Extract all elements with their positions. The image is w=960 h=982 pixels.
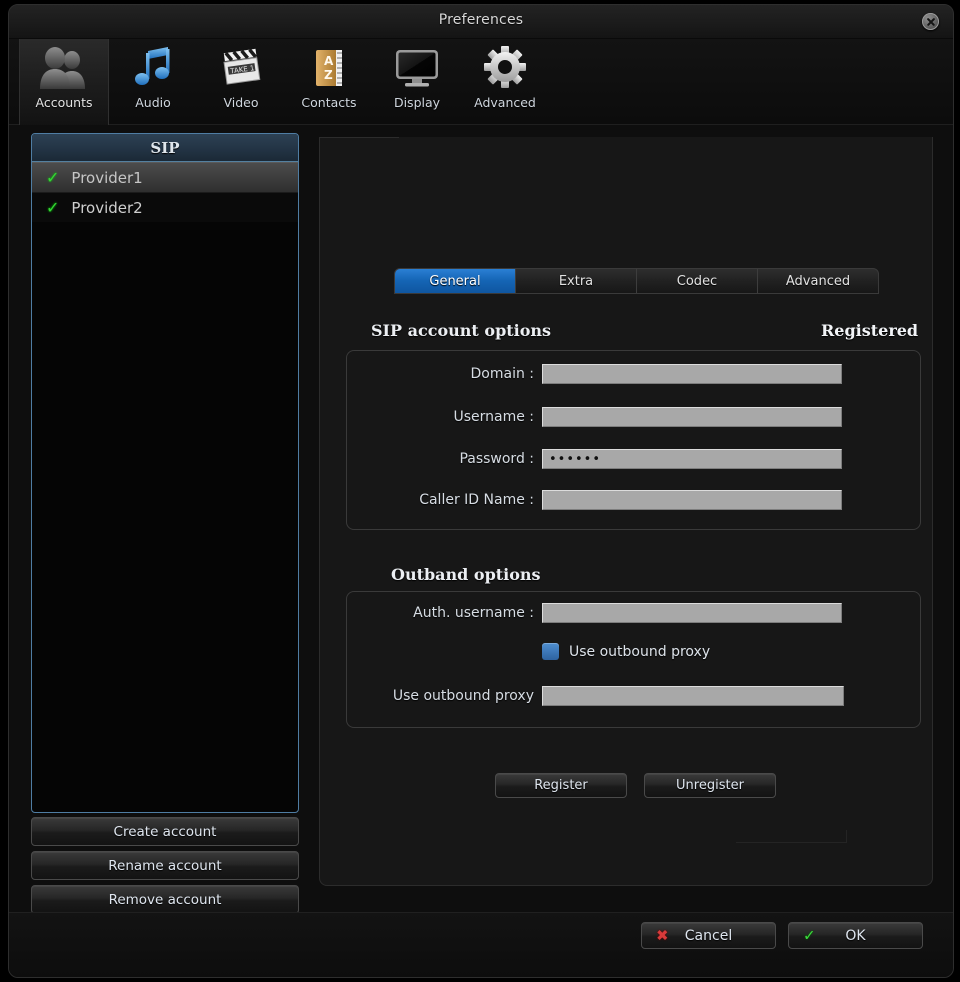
rename-account-button[interactable]: Rename account [31, 851, 299, 880]
unregister-button[interactable]: Unregister [644, 773, 776, 798]
green-check-icon: ✓ [46, 170, 59, 186]
toolbar-item-video[interactable]: TAKE 1 Video [197, 39, 285, 127]
toolbar-item-label: Display [394, 95, 440, 110]
password-input[interactable]: •••••• [542, 449, 842, 469]
registration-status-badge: Registered [821, 321, 918, 340]
field-row-password: Password : •••••• [364, 449, 844, 469]
field-row-auth-username: Auth. username : [364, 603, 844, 623]
use-outbound-proxy-checkbox-row: Use outbound proxy [542, 643, 710, 660]
toolbar: Accounts Audio [9, 39, 953, 125]
outbound-proxy-label: Use outbound proxy [364, 688, 534, 704]
dialog-footer: ✖ Cancel ✓ OK [9, 912, 953, 977]
create-account-button[interactable]: Create account [31, 817, 299, 846]
caller-id-label: Caller ID Name : [364, 492, 534, 508]
preferences-body: SIP ✓ Provider1 ✓ Provider2 Create accou… [9, 125, 953, 915]
caller-id-input[interactable] [542, 490, 842, 510]
cancel-button-label: Cancel [685, 928, 732, 944]
field-row-caller-id: Caller ID Name : [364, 490, 844, 510]
toolbar-item-display[interactable]: Display [373, 39, 461, 127]
window-title: Preferences [9, 12, 953, 28]
people-icon [36, 43, 92, 93]
tab-codec[interactable]: Codec [637, 269, 758, 293]
field-row-username: Username : [364, 407, 844, 427]
account-list-item-label: Provider2 [71, 199, 142, 217]
toolbar-item-accounts[interactable]: Accounts [19, 39, 109, 127]
gear-icon [477, 43, 533, 93]
register-button[interactable]: Register [495, 773, 627, 798]
domain-input[interactable] [542, 364, 842, 384]
x-icon: ✖ [656, 928, 669, 943]
account-action-buttons: Create account Rename account Remove acc… [31, 817, 299, 914]
clapperboard-icon: TAKE 1 [213, 43, 269, 93]
ok-button-label: OK [845, 928, 865, 944]
toolbar-item-label: Video [223, 95, 258, 110]
green-check-icon: ✓ [46, 200, 59, 216]
toolbar-item-label: Contacts [301, 95, 356, 110]
tab-extra[interactable]: Extra [516, 269, 637, 293]
toolbar-item-label: Accounts [36, 95, 93, 110]
use-outbound-proxy-checkbox[interactable] [542, 643, 559, 660]
title-bar: Preferences [9, 5, 953, 39]
outbound-proxy-input[interactable] [542, 686, 844, 706]
toolbar-item-label: Audio [135, 95, 171, 110]
username-label: Username : [364, 409, 534, 425]
auth-username-input[interactable] [542, 603, 842, 623]
address-book-icon: A Z [301, 43, 357, 93]
sip-section-title: SIP account options [371, 321, 551, 340]
field-row-outbound-proxy: Use outbound proxy [364, 686, 844, 706]
toolbar-item-label: Advanced [474, 95, 536, 110]
username-input[interactable] [542, 407, 842, 427]
account-list-item-provider1[interactable]: ✓ Provider1 [32, 162, 298, 193]
preferences-window: Preferences Accounts [8, 4, 954, 978]
toolbar-item-audio[interactable]: Audio [109, 39, 197, 127]
check-icon: ✓ [803, 928, 816, 943]
account-list-item-provider2[interactable]: ✓ Provider2 [32, 193, 298, 222]
ok-button[interactable]: ✓ OK [788, 922, 923, 949]
auth-username-label: Auth. username : [364, 605, 534, 621]
toolbar-item-contacts[interactable]: A Z Contacts [285, 39, 373, 127]
settings-tabs: General Extra Codec Advanced [394, 268, 879, 294]
account-list-panel: SIP ✓ Provider1 ✓ Provider2 [31, 133, 299, 813]
toolbar-item-advanced[interactable]: Advanced [461, 39, 549, 127]
outband-section-title: Outband options [391, 565, 541, 584]
field-row-domain: Domain : [364, 364, 844, 384]
monitor-icon [389, 43, 445, 93]
svg-text:A: A [324, 54, 334, 68]
music-note-icon [125, 43, 181, 93]
svg-text:Z: Z [324, 68, 333, 82]
close-icon[interactable] [922, 13, 939, 30]
tab-general[interactable]: General [395, 269, 516, 293]
dialog-footer-buttons: ✖ Cancel ✓ OK [641, 922, 923, 949]
account-list-header: SIP [32, 134, 298, 162]
remove-account-button[interactable]: Remove account [31, 885, 299, 914]
domain-label: Domain : [364, 366, 534, 382]
cancel-button[interactable]: ✖ Cancel [641, 922, 776, 949]
panel-edge-artifact [736, 830, 847, 843]
use-outbound-proxy-label: Use outbound proxy [569, 644, 710, 660]
password-label: Password : [364, 451, 534, 467]
account-list-item-label: Provider1 [71, 169, 142, 187]
registration-buttons: Register Unregister [495, 773, 776, 798]
tab-advanced[interactable]: Advanced [758, 269, 878, 293]
